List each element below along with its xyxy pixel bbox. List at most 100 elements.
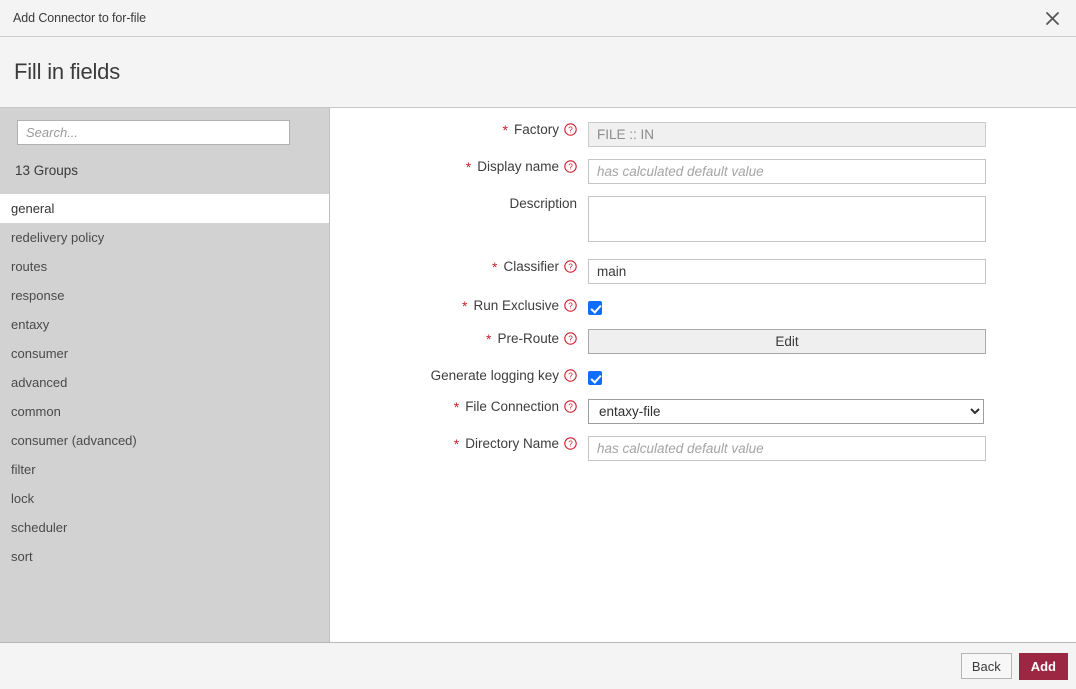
label-pre-route: * Pre-Route?: [330, 329, 588, 346]
sidebar-item-common[interactable]: common: [0, 397, 329, 426]
help-circle-icon[interactable]: ?: [564, 260, 577, 273]
control-classifier: [588, 259, 1076, 284]
label-text: Classifier: [503, 259, 559, 274]
required-marker: *: [462, 297, 468, 314]
run-exclusive-checkbox[interactable]: [588, 300, 602, 315]
sidebar-item-label: advanced: [11, 375, 68, 390]
form-row-generate-logging-key: Generate logging key?: [330, 366, 1076, 387]
form-row-description: Description: [330, 196, 1076, 247]
groups-sidebar: 13 Groups general redelivery policy routes…: [0, 108, 330, 643]
sidebar-item-consumer-advanced-[interactable]: consumer (advanced): [0, 426, 329, 455]
add-connector-dialog: Add Connector to for-file Fill in fields…: [0, 0, 1076, 689]
sidebar-item-label: consumer (advanced): [11, 433, 137, 448]
form-row-factory: * Factory?: [330, 122, 1076, 147]
required-marker: *: [486, 330, 492, 347]
sidebar-item-label: entaxy: [11, 317, 50, 332]
label-display-name: * Display name?: [330, 159, 588, 174]
generate-logging-key-checkbox[interactable]: [588, 370, 602, 385]
svg-text:?: ?: [568, 403, 573, 412]
help-circle-icon[interactable]: ?: [564, 369, 577, 382]
form-row-run-exclusive: * Run Exclusive?: [330, 296, 1076, 317]
sidebar-item-scheduler[interactable]: scheduler: [0, 513, 329, 542]
group-list: general redelivery policy routes response en…: [0, 194, 329, 571]
sidebar-item-lock[interactable]: lock: [0, 484, 329, 513]
svg-text:?: ?: [568, 302, 573, 311]
help-circle-icon[interactable]: ?: [564, 400, 577, 413]
control-file-connection: entaxy-file: [588, 399, 1076, 424]
sidebar-item-label: filter: [11, 462, 36, 477]
sidebar-item-consumer[interactable]: consumer: [0, 339, 329, 368]
sidebar-item-general[interactable]: general: [0, 194, 329, 223]
sidebar-item-redelivery-policy[interactable]: redelivery policy: [0, 223, 329, 252]
back-button[interactable]: Back: [960, 653, 1012, 679]
sidebar-item-advanced[interactable]: advanced: [0, 368, 329, 397]
description-textarea[interactable]: [588, 196, 986, 242]
sidebar-item-routes[interactable]: routes: [0, 252, 329, 281]
dialog-footer: Back Add: [0, 643, 1076, 689]
display-name-input[interactable]: [588, 159, 986, 184]
svg-text:?: ?: [568, 372, 573, 381]
sidebar-item-label: sort: [11, 549, 33, 564]
control-generate-logging-key: [588, 366, 1076, 387]
sidebar-item-sort[interactable]: sort: [0, 542, 329, 571]
control-run-exclusive: [588, 296, 1076, 317]
svg-text:?: ?: [568, 163, 573, 172]
control-pre-route: Edit: [588, 329, 1076, 354]
classifier-input[interactable]: [588, 259, 986, 284]
label-factory: * Factory?: [330, 122, 588, 137]
label-generate-logging-key: Generate logging key?: [330, 366, 588, 383]
dialog-body: 13 Groups general redelivery policy routes…: [0, 108, 1076, 643]
sidebar-item-label: common: [11, 404, 61, 419]
svg-text:?: ?: [568, 263, 573, 272]
svg-text:?: ?: [568, 335, 573, 344]
control-display-name: [588, 159, 1076, 184]
control-description: [588, 196, 1076, 247]
groups-count-label: 13 Groups: [15, 163, 79, 178]
label-classifier: * Classifier?: [330, 259, 588, 274]
sidebar-item-label: general: [11, 201, 55, 216]
sidebar-item-entaxy[interactable]: entaxy: [0, 310, 329, 339]
sidebar-item-filter[interactable]: filter: [0, 455, 329, 484]
help-circle-icon[interactable]: ?: [564, 160, 577, 173]
label-text: Generate logging key: [430, 368, 559, 383]
search-wrapper: [0, 120, 329, 145]
close-icon[interactable]: [1037, 3, 1067, 33]
required-marker: *: [492, 258, 498, 275]
dialog-title: Add Connector to for-file: [13, 11, 146, 25]
page-header: Fill in fields: [0, 37, 1076, 108]
control-factory: [588, 122, 1076, 147]
label-text: Factory: [513, 122, 559, 137]
label-text: Run Exclusive: [473, 298, 559, 313]
label-text: Description: [509, 196, 577, 211]
form-row-pre-route: * Pre-Route? Edit: [330, 329, 1076, 354]
help-circle-icon[interactable]: ?: [564, 332, 577, 345]
sidebar-item-label: consumer: [11, 346, 69, 361]
label-file-connection: * File Connection?: [330, 399, 588, 414]
sidebar-item-label: scheduler: [11, 520, 68, 535]
sidebar-item-label: redelivery policy: [11, 230, 105, 245]
search-input[interactable]: [17, 120, 290, 145]
sidebar-item-response[interactable]: response: [0, 281, 329, 310]
sidebar-top: 13 Groups: [0, 108, 329, 194]
help-circle-icon[interactable]: ?: [564, 437, 577, 450]
form-row-display-name: * Display name?: [330, 159, 1076, 184]
label-text: Directory Name: [465, 436, 559, 451]
svg-text:?: ?: [568, 440, 573, 449]
required-marker: *: [453, 398, 460, 415]
label-text: Display name: [477, 159, 559, 174]
form-row-classifier: * Classifier?: [330, 259, 1076, 284]
form-row-file-connection: * File Connection? entaxy-file: [330, 399, 1076, 424]
form-row-directory-name: * Directory Name?: [330, 436, 1076, 461]
pre-route-edit-button[interactable]: Edit: [588, 329, 986, 354]
label-run-exclusive: * Run Exclusive?: [330, 296, 588, 313]
add-button[interactable]: Add: [1018, 652, 1068, 680]
form-rows: * Factory? * Display name? Description * Class…: [330, 122, 1076, 461]
required-marker: *: [453, 435, 460, 452]
directory-name-input[interactable]: [588, 436, 986, 461]
required-marker: *: [465, 158, 472, 175]
file-connection-select[interactable]: entaxy-file: [588, 399, 984, 424]
help-circle-icon[interactable]: ?: [564, 299, 577, 312]
sidebar-item-label: routes: [11, 259, 48, 274]
help-circle-icon[interactable]: ?: [564, 123, 577, 136]
control-directory-name: [588, 436, 1076, 461]
